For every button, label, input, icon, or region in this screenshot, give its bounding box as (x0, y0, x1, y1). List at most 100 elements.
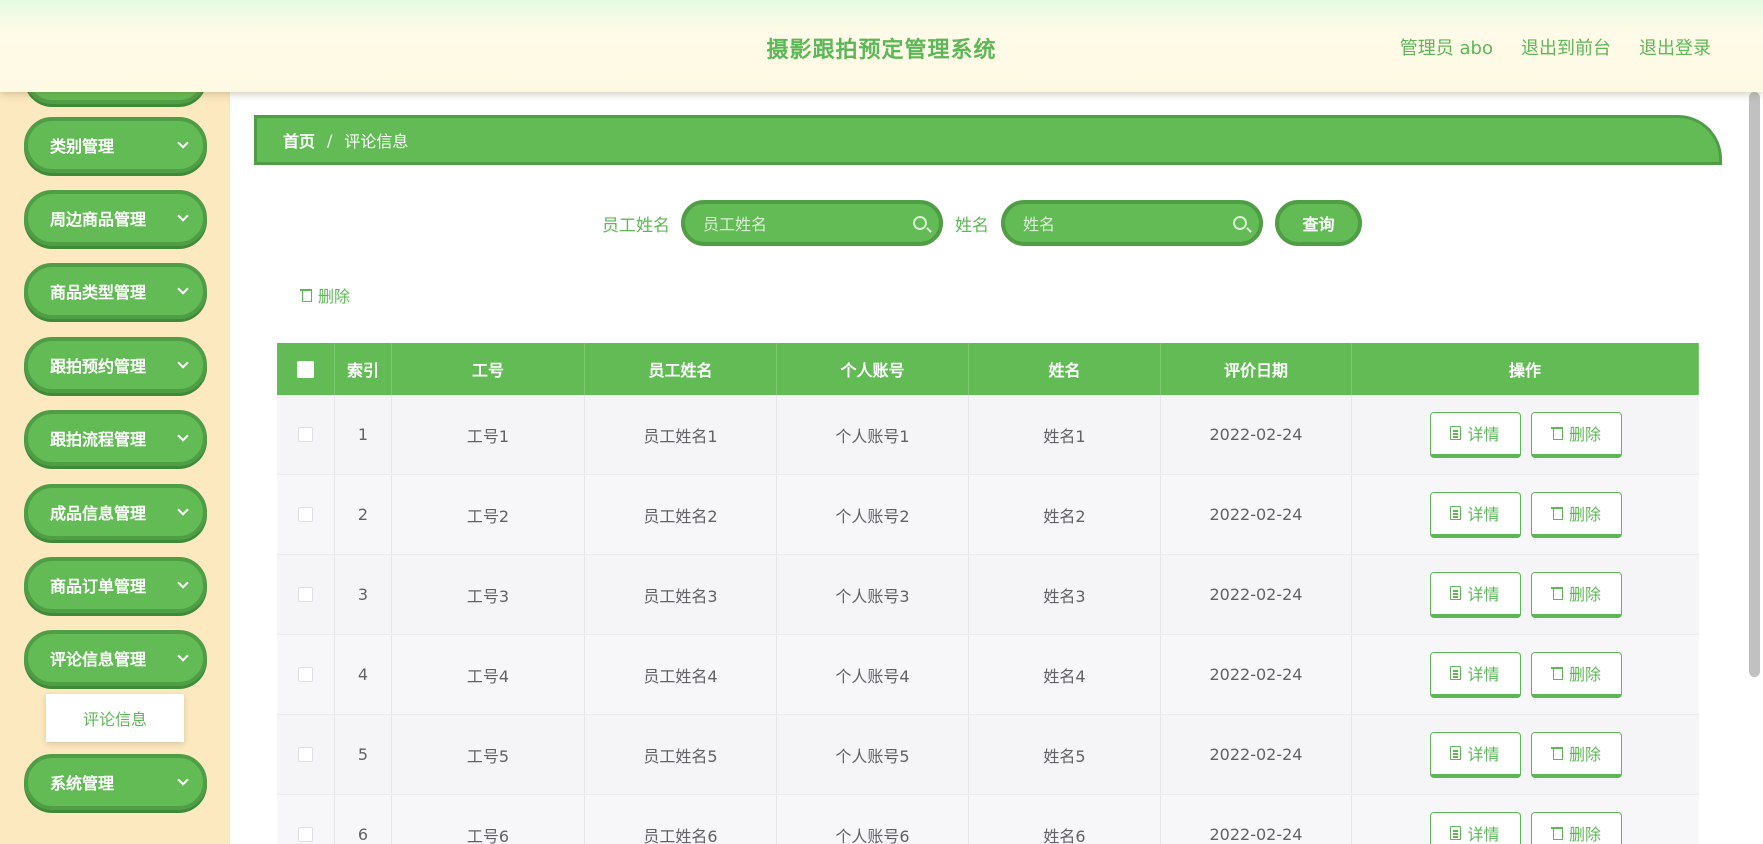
document-icon (1450, 666, 1462, 680)
cell-index: 3 (335, 555, 392, 634)
employee-name-search-input[interactable]: 员工姓名 (681, 200, 943, 246)
sidebar-item-system[interactable]: 系统管理 (24, 754, 207, 810)
name-label: 姓名 (955, 216, 989, 236)
name-search-input[interactable]: 姓名 (1001, 200, 1263, 246)
detail-button[interactable]: 详情 (1429, 731, 1521, 778)
document-icon (1450, 746, 1462, 760)
sidebar-item-comments[interactable]: 评论信息管理 (24, 630, 207, 686)
cell-name: 姓名6 (969, 795, 1161, 844)
cell-job-no: 工号4 (392, 635, 585, 714)
delete-label: 删除 (1568, 585, 1601, 604)
cell-actions: 详情 删除 (1352, 555, 1699, 634)
name-placeholder: 姓名 (1023, 215, 1056, 234)
sidebar-item-goods-type[interactable]: 商品类型管理 (24, 263, 207, 319)
breadcrumb-separator: / (327, 130, 333, 150)
query-button[interactable]: 查询 (1275, 200, 1362, 246)
chevron-down-icon (177, 430, 189, 442)
select-all-checkbox[interactable] (297, 360, 314, 378)
row-checkbox[interactable] (298, 587, 313, 602)
employee-name-placeholder: 员工姓名 (703, 215, 768, 234)
cell-account: 个人账号5 (777, 715, 969, 794)
chevron-down-icon (177, 577, 189, 589)
sidebar-item-label: 商品订单管理 (50, 577, 147, 596)
cell-job-no: 工号1 (392, 395, 585, 474)
batch-delete-button[interactable]: 删除 (300, 283, 350, 307)
cell-index: 2 (335, 475, 392, 554)
table-row: 5 工号5 员工姓名5 个人账号5 姓名5 2022-02-24 详情 删除 (277, 715, 1699, 795)
sidebar-item-label: 评论信息管理 (50, 650, 147, 669)
sidebar-item-label: 周边商品管理 (50, 210, 147, 229)
logout-link[interactable]: 退出登录 (1639, 34, 1711, 60)
chevron-down-icon (177, 357, 189, 369)
cell-date: 2022-02-24 (1161, 635, 1352, 714)
row-select-cell (277, 395, 335, 474)
table-row: 6 工号6 员工姓名6 个人账号6 姓名6 2022-02-24 详情 删除 (277, 795, 1699, 844)
cell-job-no: 工号5 (392, 715, 585, 794)
cell-employee-name: 员工姓名4 (585, 635, 777, 714)
row-checkbox[interactable] (298, 747, 313, 762)
cell-account: 个人账号6 (777, 795, 969, 844)
cell-job-no: 工号3 (392, 555, 585, 634)
detail-button[interactable]: 详情 (1429, 571, 1521, 618)
chevron-down-icon (177, 283, 189, 295)
sidebar-item-product-info[interactable]: 成品信息管理 (24, 484, 207, 540)
sidebar-item-label: 跟拍预约管理 (50, 357, 147, 376)
cell-date: 2022-02-24 (1161, 395, 1352, 474)
cell-account: 个人账号1 (777, 395, 969, 474)
detail-button[interactable]: 详情 (1429, 811, 1521, 844)
delete-button[interactable]: 删除 (1530, 571, 1622, 618)
detail-label: 详情 (1467, 665, 1500, 684)
delete-button[interactable]: 删除 (1530, 731, 1622, 778)
delete-label: 删除 (1568, 505, 1601, 524)
sidebar-item-peripheral-goods[interactable]: 周边商品管理 (24, 190, 207, 246)
cell-account: 个人账号3 (777, 555, 969, 634)
sidebar-item-category[interactable]: 类别管理 (24, 117, 207, 173)
row-checkbox[interactable] (298, 827, 313, 842)
header-links: 管理员 abo 退出到前台 退出登录 (1400, 34, 1711, 60)
detail-button[interactable]: 详情 (1429, 411, 1521, 458)
sidebar-item-process[interactable]: 跟拍流程管理 (24, 410, 207, 466)
cell-actions: 详情 删除 (1352, 475, 1699, 554)
detail-label: 详情 (1467, 825, 1500, 844)
detail-button[interactable]: 详情 (1429, 651, 1521, 698)
search-icon (913, 216, 927, 230)
trash-icon (1550, 666, 1563, 680)
detail-label: 详情 (1467, 585, 1500, 604)
table-header: 索引 工号 员工姓名 个人账号 姓名 评价日期 操作 (277, 343, 1699, 395)
sidebar-item-label: 类别管理 (50, 137, 115, 156)
cell-index: 4 (335, 635, 392, 714)
sidebar-item-booking[interactable]: 跟拍预约管理 (24, 337, 207, 393)
cell-employee-name: 员工姓名6 (585, 795, 777, 844)
document-icon (1450, 426, 1462, 440)
cell-index: 6 (335, 795, 392, 844)
cell-date: 2022-02-24 (1161, 715, 1352, 794)
admin-user-link[interactable]: 管理员 abo (1400, 34, 1493, 60)
row-checkbox[interactable] (298, 427, 313, 442)
cell-job-no: 工号2 (392, 475, 585, 554)
header-select-all[interactable] (277, 343, 335, 395)
row-select-cell (277, 715, 335, 794)
chevron-down-icon (177, 504, 189, 516)
delete-button[interactable]: 删除 (1530, 811, 1622, 844)
detail-label: 详情 (1467, 505, 1500, 524)
cell-actions: 详情 删除 (1352, 715, 1699, 794)
table-body: 1 工号1 员工姓名1 个人账号1 姓名1 2022-02-24 详情 删除 2… (277, 395, 1699, 844)
delete-button[interactable]: 删除 (1530, 651, 1622, 698)
to-front-link[interactable]: 退出到前台 (1521, 34, 1611, 60)
delete-button[interactable]: 删除 (1530, 491, 1622, 538)
cell-employee-name: 员工姓名1 (585, 395, 777, 474)
row-checkbox[interactable] (298, 667, 313, 682)
sidebar-item-orders[interactable]: 商品订单管理 (24, 557, 207, 613)
cell-index: 1 (335, 395, 392, 474)
sidebar-subitem-comment-info[interactable]: 评论信息 (46, 694, 184, 742)
row-checkbox[interactable] (298, 507, 313, 522)
delete-button[interactable]: 删除 (1530, 411, 1622, 458)
breadcrumb-home[interactable]: 首页 (283, 128, 315, 152)
header-actions: 操作 (1352, 343, 1699, 395)
scrollbar-thumb[interactable] (1749, 92, 1760, 677)
trash-icon (300, 288, 312, 302)
table-row: 2 工号2 员工姓名2 个人账号2 姓名2 2022-02-24 详情 删除 (277, 475, 1699, 555)
sidebar-item-label: 商品类型管理 (50, 283, 147, 302)
delete-label: 删除 (1568, 665, 1601, 684)
detail-button[interactable]: 详情 (1429, 491, 1521, 538)
